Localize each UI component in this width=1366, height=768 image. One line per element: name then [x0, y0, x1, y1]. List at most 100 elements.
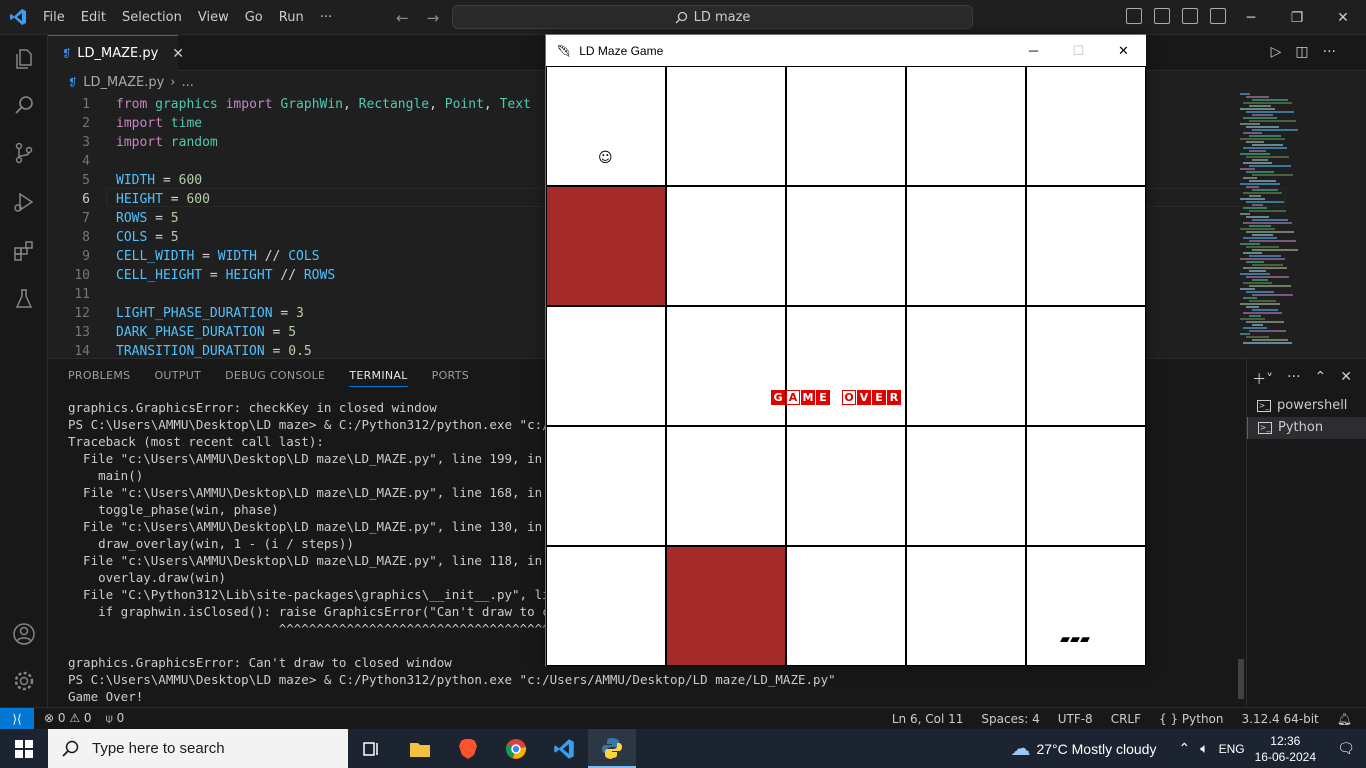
game-minimize-button[interactable]: ─ [1011, 35, 1056, 66]
chrome-icon[interactable] [492, 729, 540, 768]
code-token: 600 [186, 192, 210, 207]
extensions-icon[interactable] [12, 239, 36, 263]
clock[interactable]: 12:36 16-06-2024 [1255, 733, 1316, 765]
windows-start-icon[interactable] [0, 729, 48, 768]
breadcrumb-file[interactable]: LD_MAZE.py [83, 75, 164, 90]
maze-grid[interactable]: ☺ ▰▰▰ GAME OVER [546, 66, 1146, 666]
toggle-panel-icon[interactable] [1154, 8, 1170, 24]
close-panel-icon[interactable]: ✕ [1340, 369, 1352, 389]
code-text: CELL_HEIGHT = HEIGHT // ROWS [116, 266, 335, 285]
game-close-button[interactable]: ✕ [1101, 35, 1146, 66]
more-actions-icon[interactable]: ··· [1287, 369, 1300, 389]
command-center-search[interactable]: LD maze [452, 5, 973, 29]
source-control-icon[interactable] [12, 141, 36, 165]
vscode-taskbar-icon[interactable] [540, 729, 588, 768]
menu-item[interactable]: Selection [114, 10, 190, 25]
maze-cell [666, 306, 786, 426]
minimap-line [1252, 324, 1263, 326]
search-icon[interactable] [12, 93, 36, 117]
line-ending[interactable]: CRLF [1111, 712, 1141, 726]
python-interpreter[interactable]: 3.12.4 64-bit [1242, 712, 1319, 726]
tab-close-icon[interactable]: ✕ [172, 46, 184, 62]
panel-tab-terminal[interactable]: TERMINAL [349, 369, 408, 387]
toggle-secondary-sidebar-icon[interactable] [1182, 8, 1198, 24]
tab-ld-maze[interactable]: ❡ LD_MAZE.py ✕ [48, 35, 184, 71]
panel-tab-problems[interactable]: PROBLEMS [68, 369, 130, 387]
account-icon[interactable] [12, 622, 36, 646]
indentation[interactable]: Spaces: 4 [981, 712, 1039, 726]
maze-cell [906, 306, 1026, 426]
new-terminal-icon[interactable]: ＋˅ [1252, 369, 1273, 389]
maze-cell [906, 186, 1026, 306]
problems-indicator[interactable]: ⊗ 0 ⚠ 0 [44, 711, 92, 726]
run-debug-icon[interactable] [12, 190, 36, 214]
notifications-bell-icon[interactable]: 🔔︎ [1337, 712, 1352, 726]
code-token: ROWS [116, 211, 148, 226]
show-hidden-icons-icon[interactable]: ⌃ [1178, 740, 1190, 757]
ports-indicator[interactable]: ⍦ 0 [106, 711, 125, 726]
menu-item[interactable]: Go [237, 10, 271, 25]
code-token: 5 [170, 211, 179, 226]
taskbar-search[interactable]: Type here to search [48, 729, 348, 768]
minimap-line [1249, 330, 1286, 332]
restore-button[interactable]: ❐ [1274, 0, 1320, 35]
input-language[interactable]: ENG [1219, 742, 1245, 756]
forward-arrow-icon[interactable]: → [427, 9, 440, 27]
line-number: 2 [82, 116, 90, 131]
run-file-icon[interactable]: ▷ [1271, 44, 1282, 60]
volume-icon[interactable]: 🔈︎ [1200, 740, 1208, 757]
menu-item[interactable]: ··· [312, 10, 340, 25]
file-explorer-icon[interactable] [396, 729, 444, 768]
terminal-item-python[interactable]: >_ Python [1247, 417, 1366, 439]
explorer-icon[interactable] [12, 47, 36, 71]
minimize-button[interactable]: ─ [1228, 0, 1274, 35]
remote-indicator-icon[interactable]: ⟩⟨ [0, 707, 34, 730]
panel-tab-output[interactable]: OUTPUT [154, 369, 201, 387]
split-editor-icon[interactable]: ◫ [1295, 44, 1308, 60]
system-tray: ☁ 27°C Mostly cloudy ⌃ 🔈︎ ENG 12:36 16-0… [1010, 729, 1366, 768]
back-arrow-icon[interactable]: ← [396, 9, 409, 27]
brave-browser-icon[interactable] [444, 729, 492, 768]
panel-tab-ports[interactable]: PORTS [432, 369, 469, 387]
toggle-sidebar-icon[interactable] [1126, 8, 1142, 24]
minimap-line [1243, 312, 1282, 314]
maze-cell [1026, 66, 1146, 186]
minimap-line [1243, 117, 1277, 119]
maximize-panel-icon[interactable]: ⌃ [1315, 369, 1327, 389]
command-center-label: LD maze [693, 9, 751, 25]
line-number: 9 [82, 249, 90, 264]
cursor-position[interactable]: Ln 6, Col 11 [892, 712, 964, 726]
panel-tab-debug-console[interactable]: DEBUG CONSOLE [225, 369, 325, 387]
menu-item[interactable]: Run [271, 10, 312, 25]
more-actions-icon[interactable]: ··· [1323, 44, 1336, 60]
menu-item[interactable]: File [35, 10, 73, 25]
terminal-item-label: Python [1278, 420, 1324, 435]
terminal-item-powershell[interactable]: >_ powershell [1247, 395, 1366, 417]
weather-cloud-icon[interactable]: ☁ [1010, 736, 1030, 761]
minimap-line [1249, 255, 1281, 257]
minimap[interactable] [1238, 93, 1342, 357]
encoding[interactable]: UTF-8 [1058, 712, 1093, 726]
code-token: CELL_WIDTH [116, 249, 195, 264]
testing-flask-icon[interactable] [12, 287, 36, 311]
customize-layout-icon[interactable] [1210, 8, 1226, 24]
minimap-line [1240, 108, 1275, 110]
minimap-line [1240, 213, 1250, 215]
close-button[interactable]: ✕ [1320, 0, 1366, 35]
menu-item[interactable]: Edit [73, 10, 114, 25]
code-text: COLS = 5 [116, 228, 179, 247]
terminal-scrollbar[interactable] [1238, 659, 1244, 699]
editor-actions: ▷ ◫ ··· [1271, 44, 1336, 60]
minimap-line [1240, 228, 1275, 230]
notification-center-icon[interactable]: 🗨︎ [1326, 740, 1366, 757]
task-view-icon[interactable] [348, 729, 396, 768]
weather-text[interactable]: 27°C Mostly cloudy [1036, 741, 1156, 757]
minimap-line [1240, 288, 1255, 290]
code-token: HEIGHT [116, 192, 163, 207]
menu-item[interactable]: View [190, 10, 237, 25]
language-mode[interactable]: { } Python [1159, 712, 1224, 726]
breadcrumb-more[interactable]: ... [181, 75, 193, 90]
settings-gear-icon[interactable] [12, 669, 36, 693]
minimap-line [1246, 246, 1279, 248]
python-taskbar-icon[interactable] [588, 729, 636, 768]
